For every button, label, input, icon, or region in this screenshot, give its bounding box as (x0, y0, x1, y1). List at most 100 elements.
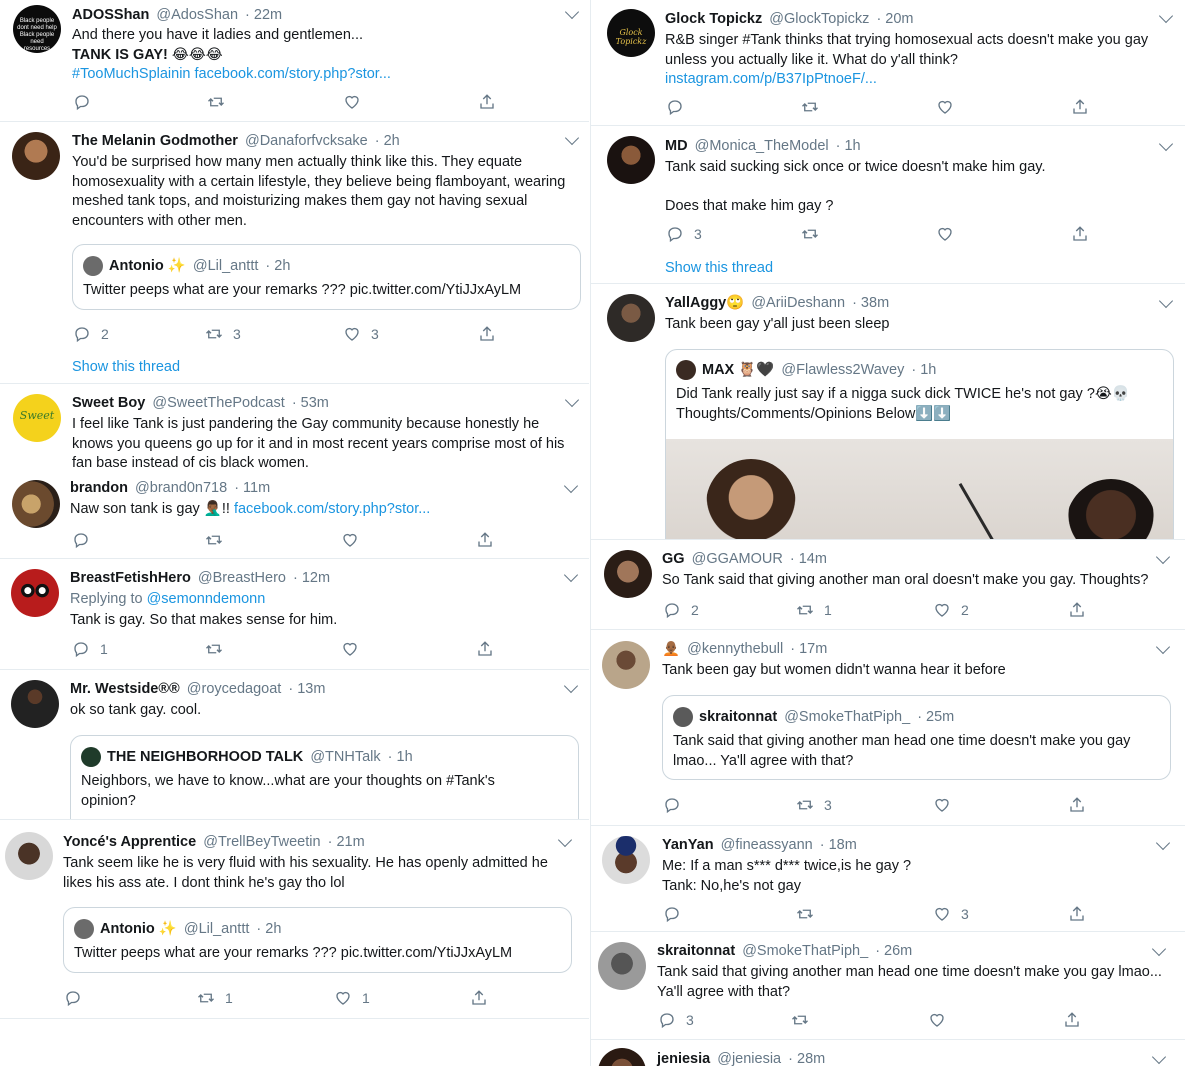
quoted-tweet[interactable]: Antonio ✨ @Lil_anttt · 2h Twitter peeps … (63, 907, 572, 973)
author-name[interactable]: MD (665, 138, 688, 154)
author-handle[interactable]: @SweetThePodcast (152, 395, 284, 411)
avatar[interactable] (5, 832, 53, 880)
timestamp[interactable]: · 22m (245, 7, 282, 23)
tweet[interactable]: The Melanin Godmother @Danaforfvcksake ·… (0, 122, 589, 384)
author-name[interactable]: Sweet Boy (72, 395, 145, 411)
timestamp[interactable]: · 12m (293, 570, 330, 586)
timestamp[interactable]: · 11m (234, 480, 270, 496)
avatar[interactable]: Sweet (13, 394, 61, 442)
author-handle[interactable]: @AdosShan (156, 7, 238, 23)
share-button[interactable] (470, 988, 488, 1008)
author-handle[interactable]: @TrellBeyTweetin (203, 834, 320, 850)
like-button[interactable] (936, 97, 954, 117)
reply-button[interactable]: 3 (658, 1010, 694, 1030)
avatar[interactable] (11, 680, 59, 728)
timestamp[interactable]: · 26m (875, 943, 912, 959)
avatar[interactable] (598, 942, 646, 990)
show-thread-link[interactable]: Show this thread (72, 359, 180, 375)
retweet-button[interactable]: 1 (197, 988, 233, 1008)
retweet-button[interactable]: 3 (796, 795, 832, 815)
avatar[interactable] (607, 136, 655, 184)
reply-button[interactable] (663, 904, 681, 924)
retweet-button[interactable]: 1 (796, 600, 832, 620)
avatar[interactable] (12, 480, 60, 528)
like-button[interactable]: 3 (343, 324, 379, 344)
author-name[interactable]: YallAggy🙄 (665, 295, 744, 311)
author-name[interactable]: ADOSShan (72, 7, 149, 23)
retweet-button[interactable] (205, 530, 223, 550)
chevron-down-icon[interactable] (1155, 835, 1171, 851)
timestamp[interactable]: · 1h (836, 138, 861, 154)
avatar[interactable]: Black people dont need help Black people… (13, 5, 61, 53)
reply-button[interactable] (663, 795, 681, 815)
timestamp[interactable]: · 13m (288, 681, 325, 697)
share-button[interactable] (1071, 224, 1089, 244)
avatar[interactable] (598, 1048, 646, 1066)
author-name[interactable]: BreastFetishHero (70, 570, 191, 586)
timestamp[interactable]: · 28m (788, 1051, 825, 1066)
chevron-down-icon[interactable] (557, 832, 573, 848)
tweet[interactable]: Black people dont need help Black people… (0, 0, 589, 122)
chevron-down-icon[interactable] (1151, 1049, 1167, 1065)
quoted-video-thumbnail[interactable] (666, 439, 1173, 539)
timestamp[interactable]: · 14m (790, 551, 827, 567)
tweet[interactable]: Mr. Westside®® @roycedagoat · 13m ok so … (0, 670, 589, 820)
timestamp[interactable]: · 53m (292, 395, 329, 411)
author-handle[interactable]: @fineassyann (721, 837, 813, 853)
quoted-tweet[interactable]: THE NEIGHBORHOOD TALK @TNHTalk · 1h Neig… (70, 735, 579, 819)
like-button[interactable] (936, 224, 954, 244)
chevron-down-icon[interactable] (1158, 293, 1174, 309)
tweet[interactable]: skraitonnat @SmokeThatPiph_ · 26m Tank s… (591, 932, 1185, 1040)
author-handle[interactable]: @Danaforfvcksake (245, 133, 368, 149)
chevron-down-icon[interactable] (564, 130, 580, 146)
chevron-down-icon[interactable] (1155, 639, 1171, 655)
replying-to-link[interactable]: @semonndemonn (147, 591, 266, 607)
author-handle[interactable]: @brand0n718 (135, 480, 227, 496)
reply-button[interactable] (64, 988, 82, 1008)
tweet-link[interactable]: #TooMuchSplainin facebook.com/story.php?… (72, 65, 572, 85)
tweet-link[interactable]: instagram.com/p/B37IpPtnoeF/... (665, 70, 1175, 90)
tweet[interactable]: BreastFetishHero @BreastHero · 12m Reply… (0, 559, 589, 670)
timestamp[interactable]: · 20m (876, 11, 913, 27)
timestamp[interactable]: · 2h (375, 133, 400, 149)
avatar[interactable] (604, 550, 652, 598)
author-name[interactable]: Glock Topickz (665, 11, 762, 27)
avatar[interactable] (602, 641, 650, 689)
tweet[interactable]: 🧑🏾‍🦲 @kennythebull · 17m Tank been gay b… (591, 630, 1185, 826)
timestamp[interactable]: · 17m (790, 641, 827, 657)
author-handle[interactable]: @Monica_TheModel (695, 138, 829, 154)
author-name[interactable]: GG (662, 551, 685, 567)
retweet-button[interactable] (801, 97, 819, 117)
tweet[interactable]: Glock Topickz Glock Topickz @GlockTopick… (591, 0, 1185, 126)
retweet-button[interactable]: 3 (205, 324, 241, 344)
share-button[interactable] (476, 639, 494, 659)
author-handle[interactable]: @roycedagoat (187, 681, 282, 697)
author-name[interactable]: Mr. Westside®® (70, 681, 180, 697)
tweet[interactable]: Yoncé's Apprentice @TrellBeyTweetin · 21… (0, 822, 589, 1019)
reply-button[interactable]: 3 (666, 224, 702, 244)
share-button[interactable] (478, 324, 496, 344)
author-name[interactable]: skraitonnat (657, 943, 735, 959)
chevron-down-icon[interactable] (563, 478, 579, 494)
quoted-tweet[interactable]: Antonio ✨ @Lil_anttt · 2h Twitter peeps … (72, 244, 581, 310)
share-button[interactable] (1068, 904, 1086, 924)
chevron-down-icon[interactable] (563, 567, 579, 583)
share-button[interactable] (1068, 795, 1086, 815)
like-button[interactable] (341, 530, 359, 550)
author-name[interactable]: 🧑🏾‍🦲 (662, 641, 680, 657)
share-button[interactable] (1071, 97, 1089, 117)
author-handle[interactable]: @BreastHero (198, 570, 286, 586)
like-button[interactable] (928, 1010, 946, 1030)
retweet-button[interactable] (796, 904, 814, 924)
author-name[interactable]: YanYan (662, 837, 714, 853)
show-thread-link[interactable]: Show this thread (665, 260, 773, 276)
author-handle[interactable]: @SmokeThatPiph_ (742, 943, 868, 959)
retweet-button[interactable] (207, 92, 225, 112)
chevron-down-icon[interactable] (1151, 941, 1167, 957)
retweet-button[interactable] (801, 224, 819, 244)
author-handle[interactable]: @jeniesia (717, 1051, 781, 1066)
reply-button[interactable] (73, 92, 91, 112)
author-name[interactable]: jeniesia (657, 1051, 710, 1066)
tweet[interactable]: jeniesia @jeniesia · 28m (591, 1040, 1185, 1066)
author-handle[interactable]: @AriiDeshann (751, 295, 845, 311)
